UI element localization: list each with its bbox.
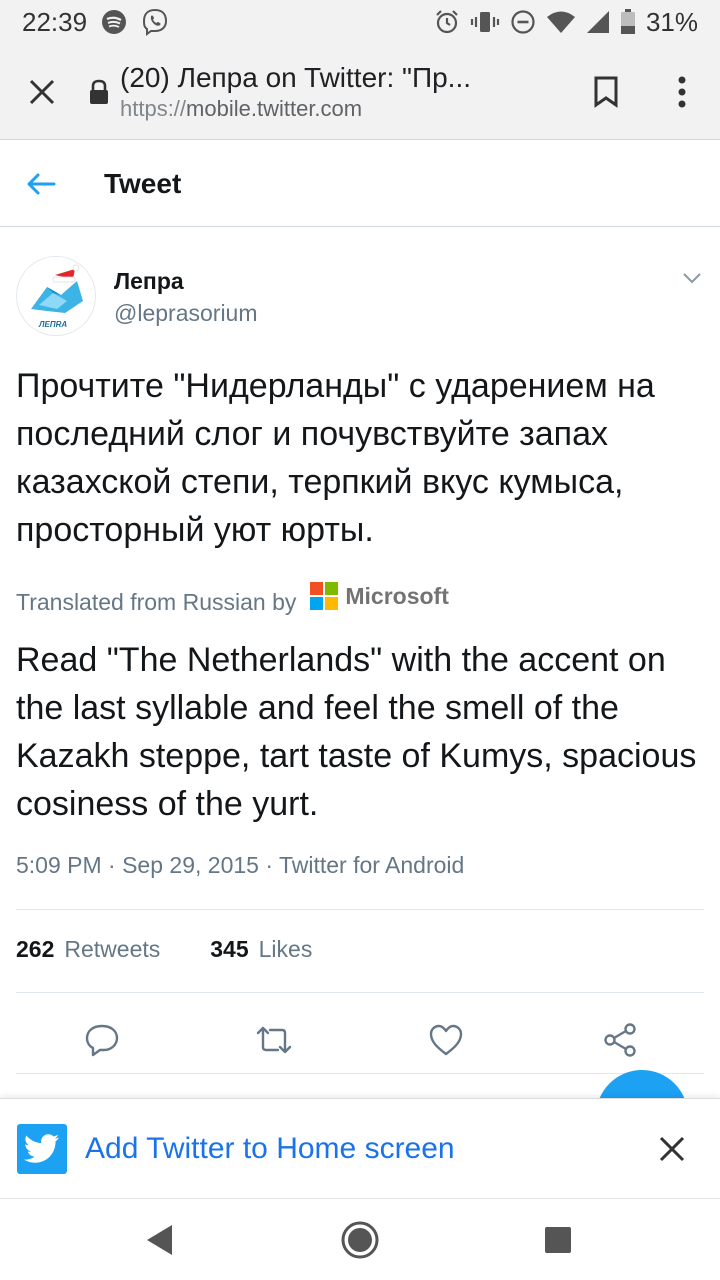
- likes-stat[interactable]: 345 Likes: [210, 936, 312, 963]
- divider: [16, 992, 704, 993]
- wifi-icon: [546, 10, 576, 34]
- header-title: Tweet: [104, 167, 182, 199]
- url-host: mobile.twitter.com: [186, 95, 363, 121]
- signal-icon: [586, 10, 610, 34]
- close-icon: [659, 1136, 685, 1161]
- translator-name: Microsoft: [345, 582, 449, 609]
- nav-back-button[interactable]: [136, 1217, 182, 1263]
- tweet-meta[interactable]: 5:09 PM · Sep 29, 2015 · Twitter for And…: [16, 852, 464, 879]
- system-nav-bar: [0, 1198, 720, 1280]
- translated-label: Translated from Russian by: [16, 588, 297, 615]
- divider: [16, 1073, 704, 1074]
- share-icon: [604, 1023, 636, 1057]
- share-button[interactable]: [594, 1014, 646, 1066]
- alarm-icon: [434, 9, 460, 35]
- translation-attribution: Translated from Russian by Microsoft: [16, 582, 449, 616]
- add-to-home-banner[interactable]: Add Twitter to Home screen: [0, 1098, 720, 1198]
- tweet-header: Tweet: [0, 141, 720, 227]
- back-button[interactable]: [0, 141, 82, 227]
- author-handle[interactable]: @leprasorium: [114, 300, 258, 327]
- nav-recents-button[interactable]: [535, 1217, 581, 1263]
- add-to-home-text[interactable]: Add Twitter to Home screen: [85, 1132, 455, 1166]
- tweet-text: Прочтите "Нидерланды" с ударением на пос…: [16, 367, 655, 549]
- more-vert-icon: [678, 76, 686, 107]
- twitter-logo-icon: [17, 1123, 67, 1174]
- like-button[interactable]: [420, 1014, 472, 1066]
- square-recents-icon: [545, 1227, 571, 1253]
- address-bar[interactable]: (20) Лепра on Twitter: "Пр... https://mo…: [120, 62, 568, 122]
- close-tab-button[interactable]: [0, 44, 84, 140]
- avatar[interactable]: ЛЕПRA: [16, 256, 96, 336]
- tweet: ЛЕПRA Лепра @leprasorium Прочтите "Нидер…: [0, 228, 720, 1074]
- page-url: https://mobile.twitter.com: [120, 96, 568, 122]
- viber-icon: [141, 8, 169, 36]
- author-name[interactable]: Лепра: [114, 268, 184, 295]
- arrow-left-icon: [27, 173, 56, 194]
- status-bar: 22:39 31%: [0, 0, 720, 44]
- nav-home-button[interactable]: [337, 1217, 383, 1263]
- overflow-menu-button[interactable]: [644, 44, 720, 140]
- reply-button[interactable]: [76, 1014, 128, 1066]
- bookmark-button[interactable]: [568, 44, 644, 140]
- circle-home-icon: [341, 1221, 379, 1259]
- microsoft-logo: Microsoft: [310, 582, 449, 610]
- avatar-label: ЛЕПRA: [38, 320, 67, 329]
- retweet-icon: [256, 1026, 292, 1054]
- spotify-icon: [101, 9, 127, 35]
- tweet-stats: 262 Retweets 345 Likes: [16, 936, 362, 963]
- divider: [16, 909, 704, 910]
- likes-label: Likes: [258, 936, 313, 962]
- triangle-back-icon: [147, 1225, 172, 1255]
- battery-percent: 31%: [645, 6, 698, 37]
- likes-count: 345: [210, 936, 249, 962]
- retweets-stat[interactable]: 262 Retweets: [16, 936, 160, 963]
- page-title: (20) Лепра on Twitter: "Пр...: [120, 61, 472, 93]
- author-row: ЛЕПRA Лепра @leprasorium: [0, 228, 720, 344]
- retweets-label: Retweets: [64, 936, 161, 962]
- reply-icon: [85, 1024, 119, 1057]
- chevron-down-icon: [683, 273, 701, 284]
- battery-icon: [620, 9, 636, 35]
- status-time: 22:39: [22, 6, 88, 37]
- dnd-icon: [510, 9, 536, 35]
- retweets-count: 262: [16, 936, 55, 962]
- tweet-menu-button[interactable]: [678, 264, 706, 292]
- translation-text: Read "The Netherlands" with the accent o…: [16, 641, 697, 823]
- browser-toolbar: (20) Лепра on Twitter: "Пр... https://mo…: [0, 44, 720, 140]
- url-scheme: https://: [120, 95, 187, 121]
- retweet-button[interactable]: [248, 1014, 300, 1066]
- lock-icon: [84, 79, 114, 105]
- tweet-actions: [0, 1010, 720, 1076]
- close-icon: [29, 79, 55, 104]
- lepra-logo-icon: ЛЕПRA: [17, 257, 95, 335]
- vibrate-icon: [470, 9, 500, 35]
- dismiss-banner-button[interactable]: [624, 1099, 720, 1199]
- heart-icon: [429, 1024, 463, 1056]
- microsoft-icon: [310, 582, 339, 610]
- bookmark-icon: [594, 76, 618, 108]
